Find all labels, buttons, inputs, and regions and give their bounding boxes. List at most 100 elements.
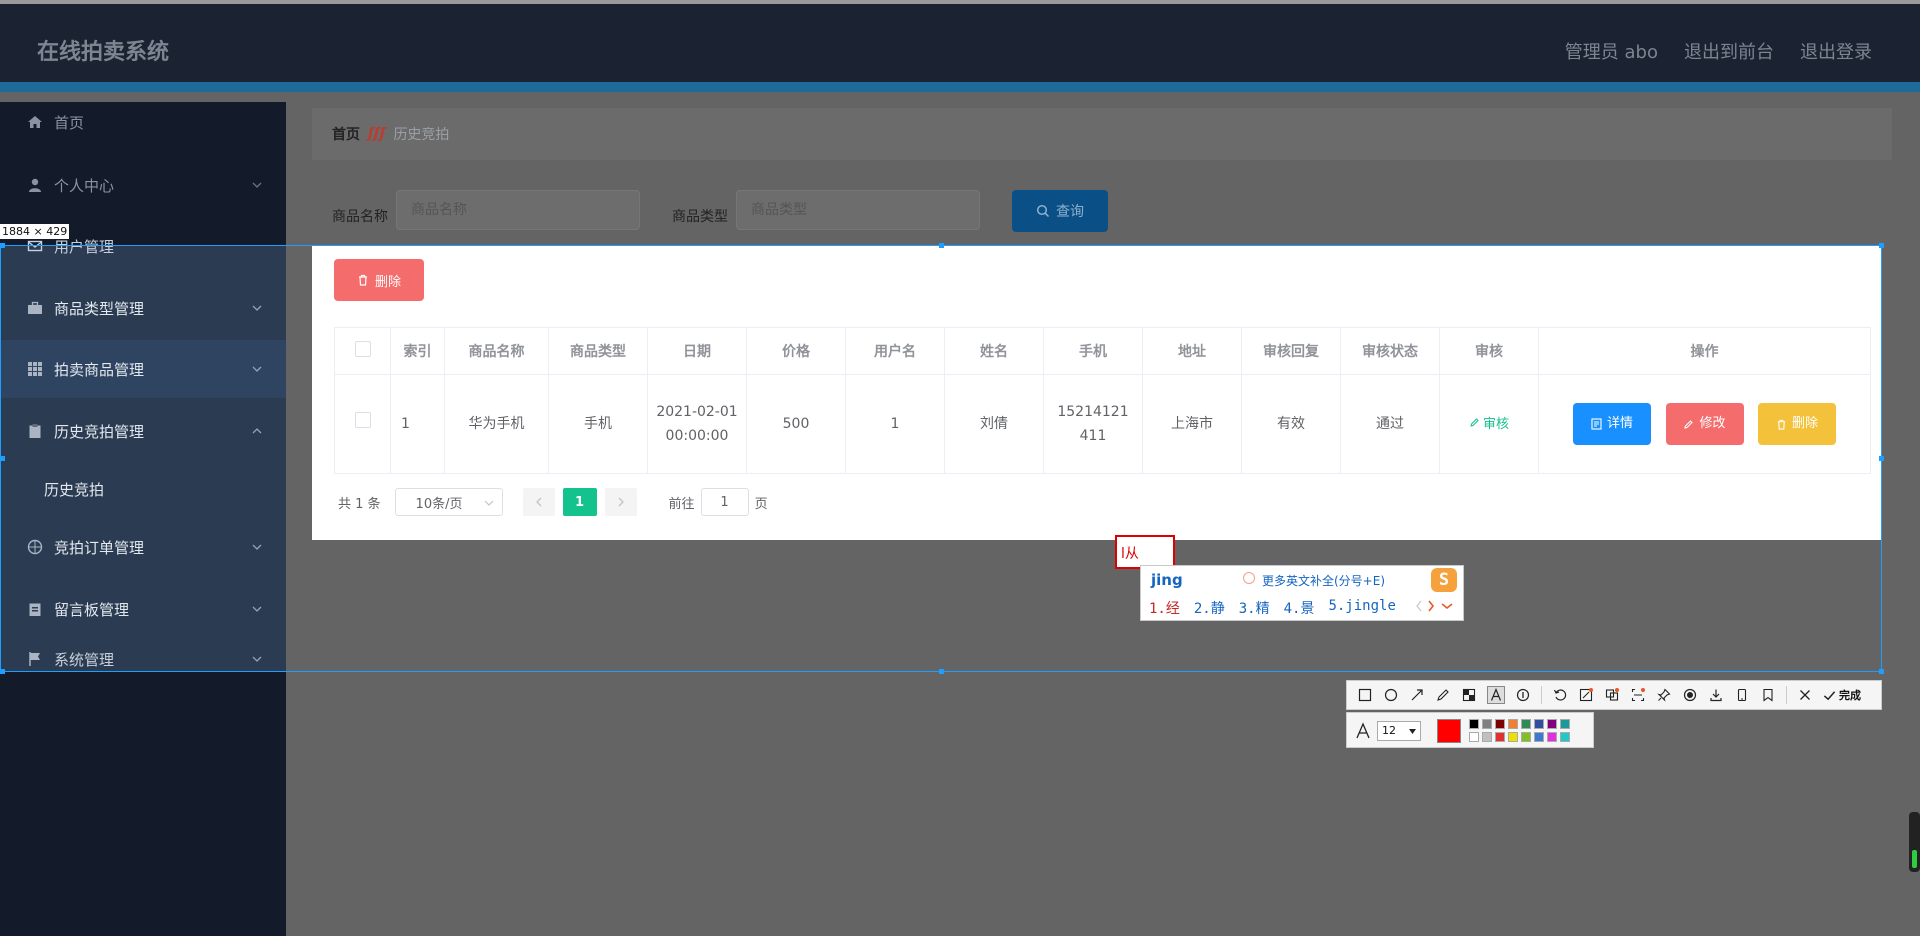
sidebar-item-personal-center[interactable]: 个人中心 — [0, 156, 286, 214]
color-swatch[interactable] — [1508, 732, 1518, 742]
ime-candidate[interactable]: 3.精 — [1239, 598, 1270, 618]
pin-icon[interactable] — [1656, 687, 1672, 703]
admin-name-link[interactable]: 管理员 abo — [1565, 38, 1658, 64]
sidebar-item-bid-order-management[interactable]: 竞拍订单管理 — [0, 518, 286, 576]
annotation-text-box[interactable]: l从 — [1115, 535, 1175, 569]
note-icon — [26, 600, 44, 618]
prev-page-button[interactable] — [522, 488, 555, 516]
product-name-input[interactable]: 商品名称 — [396, 190, 640, 230]
font-size-value: 12 — [1382, 724, 1396, 737]
text-tool-icon[interactable] — [1487, 686, 1505, 704]
ocr-tool-icon[interactable] — [1578, 687, 1594, 703]
color-swatch[interactable] — [1508, 719, 1518, 729]
color-swatch[interactable] — [1482, 732, 1492, 742]
chevron-right-icon[interactable] — [1427, 600, 1435, 612]
number-tool-icon[interactable] — [1515, 687, 1531, 703]
color-swatch[interactable] — [1534, 719, 1544, 729]
column-header: 商品名称 — [444, 327, 549, 375]
selection-handle[interactable] — [1879, 456, 1884, 461]
pen-tool-icon[interactable] — [1435, 687, 1451, 703]
color-swatch[interactable] — [1560, 732, 1570, 742]
selection-handle[interactable] — [1879, 243, 1884, 248]
edit-button-label: 修改 — [1699, 416, 1726, 432]
font-size-select[interactable]: 12 — [1377, 721, 1421, 741]
selection-handle[interactable] — [0, 243, 5, 248]
rectangle-tool-icon[interactable] — [1357, 687, 1373, 703]
logout-link[interactable]: 退出登录 — [1800, 38, 1872, 64]
color-swatch[interactable] — [1482, 719, 1492, 729]
chevron-left-icon[interactable] — [1415, 600, 1423, 612]
screenshot-toolbar: 完成 — [1346, 680, 1882, 710]
download-icon[interactable] — [1708, 687, 1724, 703]
back-to-front-link[interactable]: 退出到前台 — [1684, 38, 1774, 64]
color-swatch[interactable] — [1469, 719, 1479, 729]
undo-icon[interactable] — [1552, 687, 1568, 703]
cell-reply: 有效 — [1241, 374, 1341, 474]
scan-tool-icon[interactable] — [1630, 687, 1646, 703]
detail-button[interactable]: 详情 — [1573, 402, 1652, 445]
selection-handle[interactable] — [0, 669, 5, 674]
color-swatch[interactable] — [1560, 719, 1570, 729]
sidebar-item-system-management[interactable]: 系统管理 — [0, 641, 286, 677]
mosaic-tool-icon[interactable] — [1461, 687, 1477, 703]
cell-phone: 15214121411 — [1043, 374, 1143, 474]
product-name-label: 商品名称 — [332, 209, 388, 225]
select-all-checkbox[interactable] — [354, 341, 371, 357]
selection-handle[interactable] — [1879, 669, 1884, 674]
goto-suffix: 页 — [754, 496, 768, 512]
color-swatch[interactable] — [1534, 732, 1544, 742]
ime-candidate[interactable]: 5.jingle — [1328, 598, 1395, 618]
selection-handle[interactable] — [0, 456, 5, 461]
column-header: 操作 — [1538, 327, 1871, 375]
sidebar-subitem-history-bid[interactable]: 历史竞拍 — [0, 460, 286, 518]
sidebar-item-auction-goods-management[interactable]: 拍卖商品管理 — [0, 340, 286, 398]
ime-candidate[interactable]: 2.静 — [1194, 598, 1225, 618]
color-swatch[interactable] — [1495, 732, 1505, 742]
color-swatch[interactable] — [1521, 732, 1531, 742]
color-swatch[interactable] — [1495, 719, 1505, 729]
done-button[interactable]: 完成 — [1823, 687, 1861, 703]
query-button[interactable]: 查询 — [1012, 190, 1108, 232]
cell-username: 1 — [845, 374, 945, 474]
breadcrumb-home[interactable]: 首页 — [332, 124, 360, 144]
page-size-select[interactable]: 10条/页 — [394, 488, 503, 516]
ime-candidate[interactable]: 4.景 — [1284, 598, 1315, 618]
color-swatch[interactable] — [1547, 732, 1557, 742]
bulk-delete-button[interactable]: 删除 — [334, 259, 424, 301]
chevron-down-icon[interactable] — [1441, 602, 1453, 610]
ellipse-tool-icon[interactable] — [1383, 687, 1399, 703]
side-scroll-widget[interactable] — [1909, 812, 1920, 872]
selection-handle[interactable] — [939, 243, 944, 248]
bookmark-icon[interactable] — [1760, 687, 1776, 703]
page-number-current[interactable]: 1 — [562, 488, 597, 516]
delete-button-label: 删除 — [1791, 416, 1818, 432]
current-color-swatch[interactable] — [1437, 719, 1461, 743]
sidebar-item-home[interactable]: 首页 — [0, 93, 286, 151]
sidebar-item-label: 拍卖商品管理 — [54, 360, 145, 379]
sidebar-item-message-board-management[interactable]: 留言板管理 — [0, 580, 286, 638]
row-select-cell[interactable] — [334, 374, 391, 474]
color-swatch[interactable] — [1521, 719, 1531, 729]
record-icon[interactable] — [1682, 687, 1698, 703]
goto-page-input[interactable]: 1 — [700, 488, 749, 516]
selection-handle[interactable] — [939, 669, 944, 674]
phone-icon[interactable] — [1734, 687, 1750, 703]
sidebar-item-product-type-management[interactable]: 商品类型管理 — [0, 279, 286, 337]
top-right-links: 管理员 abo 退出到前台 退出登录 — [1565, 38, 1872, 64]
product-type-input[interactable]: 商品类型 — [736, 190, 980, 230]
color-swatch[interactable] — [1547, 719, 1557, 729]
sidebar-item-label: 系统管理 — [54, 650, 115, 669]
ime-candidate[interactable]: 1.经 — [1149, 598, 1180, 618]
sidebar-item-history-bid-management[interactable]: 历史竞拍管理 — [0, 402, 286, 460]
row-checkbox[interactable] — [354, 412, 371, 428]
translate-tool-icon[interactable] — [1604, 687, 1620, 703]
select-all-cell[interactable] — [334, 327, 391, 375]
delete-button[interactable]: 删除 — [1757, 403, 1836, 446]
color-swatch[interactable] — [1469, 732, 1479, 742]
arrow-tool-icon[interactable] — [1409, 687, 1425, 703]
cell-price: 500 — [746, 374, 846, 474]
audit-link[interactable]: 审核 — [1469, 417, 1509, 432]
next-page-button[interactable] — [604, 488, 637, 516]
edit-button[interactable]: 修改 — [1665, 403, 1744, 446]
close-icon[interactable] — [1797, 687, 1813, 703]
